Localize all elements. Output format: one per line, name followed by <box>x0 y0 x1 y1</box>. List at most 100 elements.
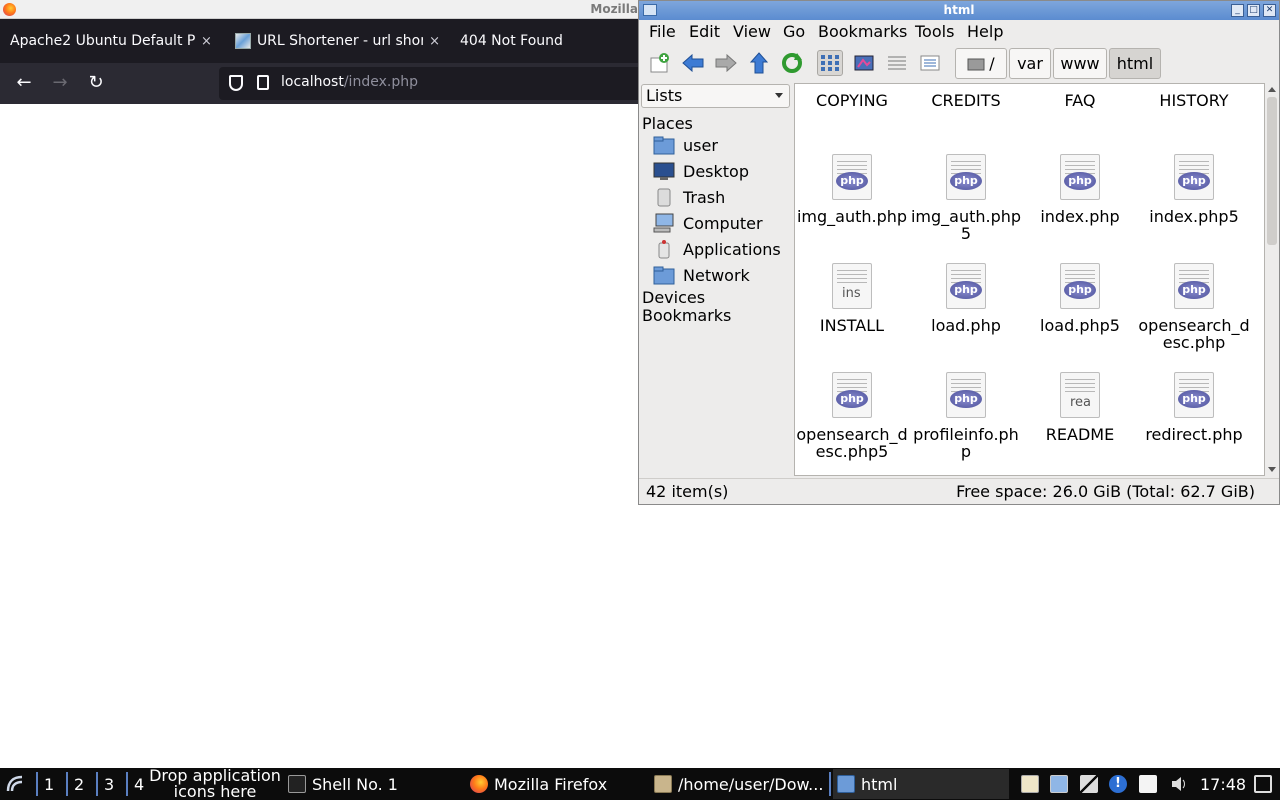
notes-icon[interactable] <box>1139 775 1157 793</box>
file-item[interactable]: php index.php <box>1023 154 1137 225</box>
maximize-button[interactable]: □ <box>1247 4 1260 17</box>
sidebar-item-desktop[interactable]: Desktop <box>653 159 749 183</box>
taskbar: 1 2 3 4 Drop application icons here Shel… <box>0 768 1280 800</box>
file-item[interactable]: CREDITS <box>909 84 1023 109</box>
drive-icon <box>967 58 985 70</box>
desktop-icon <box>653 162 675 180</box>
page-info-icon[interactable] <box>257 75 269 90</box>
menu-view[interactable]: View <box>733 22 771 41</box>
places-heading[interactable]: Places <box>642 114 693 133</box>
file-item[interactable]: HISTORY <box>1137 83 1251 109</box>
file-item[interactable]: COPYING <box>795 84 909 110</box>
file-item[interactable]: php profileinfo.php <box>909 372 1023 460</box>
workspace-4[interactable]: 4 <box>134 768 144 800</box>
file-item[interactable]: rea README <box>1023 372 1137 443</box>
tab-url-shortener[interactable]: URL Shortener - url short × <box>235 19 440 63</box>
workspace-3[interactable]: 3 <box>104 768 114 800</box>
file-item[interactable]: php opensearch_desc.php <box>1137 263 1251 351</box>
firefox-titlebar: Mozilla <box>0 0 640 19</box>
breadcrumb-html[interactable]: html <box>1109 48 1161 79</box>
reload-icon[interactable] <box>779 50 805 76</box>
back-button[interactable]: ← <box>12 71 36 95</box>
text-file-icon <box>1174 83 1214 84</box>
reload-button[interactable]: ↻ <box>84 71 108 95</box>
scrollbar-thumb[interactable] <box>1267 97 1277 245</box>
menu-file[interactable]: File <box>649 22 676 41</box>
file-item[interactable]: ins INSTALL <box>795 263 909 334</box>
sidebar-item-applications[interactable]: Applications <box>653 237 781 261</box>
menu-help[interactable]: Help <box>967 22 1003 41</box>
side-pane-mode-select[interactable]: Lists <box>641 84 790 108</box>
tab-close-icon[interactable]: × <box>429 34 440 49</box>
icon-view-icon[interactable] <box>817 50 843 76</box>
breadcrumb-www[interactable]: www <box>1053 48 1107 79</box>
firefox-icon <box>470 775 488 793</box>
menu-tools[interactable]: Tools <box>915 22 954 41</box>
forward-button[interactable]: → <box>48 71 72 95</box>
file-item[interactable]: php redirect.php <box>1137 372 1251 443</box>
detailed-list-view-icon[interactable] <box>917 50 943 76</box>
tracking-protection-shield-icon[interactable] <box>229 75 243 91</box>
chevron-down-icon <box>775 93 783 98</box>
free-space: Free space: 26.0 GiB (Total: 62.7 GiB) <box>956 482 1255 501</box>
network-status-icon[interactable] <box>1050 775 1068 793</box>
clipboard-icon[interactable] <box>1021 775 1039 793</box>
task-shell[interactable]: Shell No. 1 <box>284 769 460 799</box>
info-icon[interactable]: ! <box>1109 775 1127 793</box>
compact-view-icon[interactable] <box>884 50 910 76</box>
file-item[interactable]: php opensearch_desc.php5 <box>795 372 909 460</box>
menu-go[interactable]: Go <box>783 22 805 41</box>
breadcrumb-var[interactable]: var <box>1009 48 1051 79</box>
file-item[interactable]: php load.php5 <box>1023 263 1137 334</box>
file-item[interactable]: php load.php <box>909 263 1023 334</box>
menu-bookmarks[interactable]: Bookmarks <box>818 22 907 41</box>
devices-heading[interactable]: Devices <box>642 288 705 307</box>
tab-close-icon[interactable]: × <box>201 34 212 49</box>
sidebar-item-trash[interactable]: Trash <box>653 185 725 209</box>
php-file-icon: php <box>1060 154 1100 200</box>
back-arrow-icon[interactable] <box>680 50 706 76</box>
sidebar-item-computer[interactable]: Computer <box>653 211 763 235</box>
up-arrow-icon[interactable] <box>746 50 772 76</box>
menu-edit[interactable]: Edit <box>689 22 720 41</box>
start-menu-icon[interactable] <box>4 768 26 800</box>
show-desktop-icon[interactable] <box>1254 775 1272 793</box>
forward-arrow-icon[interactable] <box>713 50 739 76</box>
file-item[interactable]: php img_auth.php <box>795 154 909 225</box>
workspace-2[interactable]: 2 <box>74 768 84 800</box>
new-tab-icon[interactable] <box>647 50 673 76</box>
status-bar: 42 item(s) Free space: 26.0 GiB (Total: … <box>639 478 1279 504</box>
file-name: redirect.php <box>1145 425 1243 444</box>
thumbnail-view-icon[interactable] <box>851 50 877 76</box>
file-name: README <box>1045 425 1115 444</box>
network-icon <box>653 266 675 285</box>
file-item[interactable]: FAQ <box>1023 84 1137 109</box>
scroll-down-icon[interactable] <box>1268 467 1276 472</box>
workspace-1[interactable]: 1 <box>44 768 54 800</box>
file-name: opensearch_desc.php <box>1138 316 1250 352</box>
sidebar-item-user[interactable]: user <box>653 133 718 157</box>
scroll-up-icon[interactable] <box>1268 87 1276 92</box>
file-item[interactable]: php img_auth.php5 <box>909 154 1023 242</box>
tools-icon[interactable] <box>1080 775 1098 793</box>
breadcrumb-root[interactable]: / <box>955 48 1007 79</box>
sidebar-item-network[interactable]: Network <box>653 263 750 287</box>
task-firefox[interactable]: Mozilla Firefox <box>466 769 644 799</box>
bookmarks-heading[interactable]: Bookmarks <box>642 306 731 325</box>
task-file-manager-downloads[interactable]: /home/user/Dow... <box>650 769 826 799</box>
file-name: COPYING <box>816 91 888 110</box>
volume-icon[interactable] <box>1170 775 1188 793</box>
tab-404-not-found[interactable]: 404 Not Found <box>460 19 630 63</box>
clock[interactable]: 17:48 <box>1200 768 1246 800</box>
firefox-page-content <box>0 104 640 768</box>
task-file-manager-html[interactable]: html <box>833 769 1009 799</box>
text-file-icon: ins <box>832 263 872 309</box>
tab-apache2-default[interactable]: Apache2 Ubuntu Default Pa × <box>10 19 215 63</box>
url-bar[interactable]: localhost/index.php <box>219 67 640 100</box>
url-text[interactable]: localhost/index.php <box>281 74 418 90</box>
file-item[interactable]: php index.php5 <box>1137 154 1251 225</box>
close-button[interactable]: ✕ <box>1263 4 1276 17</box>
vertical-scrollbar[interactable] <box>1265 83 1279 476</box>
minimize-button[interactable]: _ <box>1231 4 1244 17</box>
text-file-icon: rea <box>1060 372 1100 418</box>
